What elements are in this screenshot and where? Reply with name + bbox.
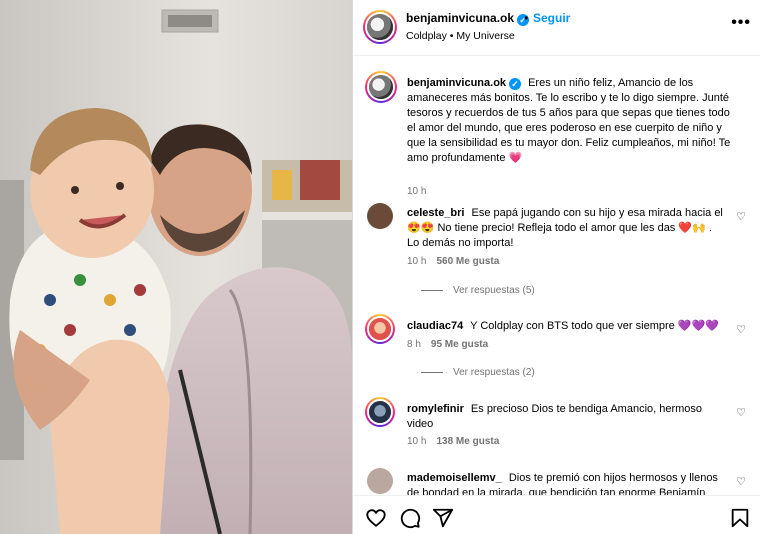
comment-body: Y Coldplay con BTS todo que ver siempre … bbox=[470, 320, 719, 332]
comment-like-heart-icon[interactable]: ♡ bbox=[736, 210, 746, 223]
comment-time: 8 h bbox=[407, 339, 421, 350]
post-photo bbox=[0, 0, 352, 534]
comment-text: claudiac74 Y Coldplay con BTS todo que v… bbox=[407, 319, 727, 334]
commenter-avatar[interactable] bbox=[367, 468, 393, 494]
more-options-icon[interactable]: ••• bbox=[731, 14, 751, 32]
comment-time: 10 h bbox=[407, 256, 427, 267]
post-header: benjaminvicuna.ok ✓ • Seguir Coldplay • M… bbox=[353, 0, 760, 56]
comment-item: romylefinir Es precioso Dios te bendiga … bbox=[365, 397, 746, 457]
comment-meta: 8 h 95 Me gusta bbox=[407, 339, 488, 350]
comment-likes[interactable]: 560 Me gusta bbox=[436, 256, 499, 267]
caption-text: benjaminvicuna.ok ✓ Eres un niño feliz, A… bbox=[407, 76, 739, 166]
verified-badge-icon: ✓ bbox=[509, 78, 522, 90]
author-avatar[interactable] bbox=[363, 10, 397, 44]
comment-likes[interactable]: 95 Me gusta bbox=[431, 339, 488, 350]
caption-entry: benjaminvicuna.ok ✓ Eres un niño feliz, A… bbox=[365, 71, 745, 197]
commenter-avatar[interactable] bbox=[367, 203, 393, 229]
comment-like-heart-icon[interactable]: ♡ bbox=[736, 323, 746, 336]
comment-text: romylefinir Es precioso Dios te bendiga … bbox=[407, 402, 727, 432]
post-actions-bar bbox=[353, 495, 760, 534]
commenter-username[interactable]: celeste_bri bbox=[407, 207, 464, 219]
comment-item: claudiac74 Y Coldplay con BTS todo que v… bbox=[365, 314, 746, 378]
caption-avatar[interactable] bbox=[365, 71, 397, 103]
view-replies-link[interactable]: Ver respuestas (2) bbox=[421, 367, 535, 378]
caption-body: Eres un niño feliz, Amancio de los amane… bbox=[407, 77, 731, 164]
replies-divider bbox=[421, 289, 443, 291]
post-media[interactable] bbox=[0, 0, 352, 534]
replies-divider bbox=[421, 371, 443, 373]
view-replies-link[interactable]: Ver respuestas (5) bbox=[421, 285, 535, 296]
caption-time: 10 h bbox=[407, 186, 427, 197]
commenter-avatar[interactable] bbox=[365, 397, 395, 427]
bookmark-icon[interactable] bbox=[729, 507, 751, 529]
comment-item: celeste_bri Ese papá jugando con su hijo… bbox=[365, 201, 746, 296]
comment-time: 10 h bbox=[407, 436, 427, 447]
share-icon[interactable] bbox=[432, 507, 454, 529]
heart-icon[interactable] bbox=[365, 507, 387, 529]
caption-username[interactable]: benjaminvicuna.ok ✓ bbox=[407, 77, 522, 90]
comment-meta: 10 h 138 Me gusta bbox=[407, 436, 499, 447]
commenter-username[interactable]: claudiac74 bbox=[407, 320, 463, 332]
commenter-username[interactable]: mademoisellemv_ bbox=[407, 472, 502, 484]
follow-button[interactable]: Seguir bbox=[533, 11, 570, 25]
author-username[interactable]: benjaminvicuna.ok ✓ bbox=[406, 11, 530, 26]
comment-like-heart-icon[interactable]: ♡ bbox=[736, 406, 746, 419]
commenter-username[interactable]: romylefinir bbox=[407, 403, 464, 415]
comment-text: celeste_bri Ese papá jugando con su hijo… bbox=[407, 206, 727, 251]
comments-feed[interactable]: benjaminvicuna.ok ✓ Eres un niño feliz, A… bbox=[353, 57, 760, 495]
comment-icon[interactable] bbox=[399, 507, 421, 529]
comment-likes[interactable]: 138 Me gusta bbox=[436, 436, 499, 447]
commenter-avatar[interactable] bbox=[365, 314, 395, 344]
comment-like-heart-icon[interactable]: ♡ bbox=[736, 475, 746, 488]
post-details-panel: benjaminvicuna.ok ✓ • Seguir Coldplay • M… bbox=[352, 0, 760, 534]
audio-track-link[interactable]: Coldplay • My Universe bbox=[406, 30, 515, 42]
comment-text: mademoisellemv_ Dios te premió con hijos… bbox=[407, 471, 727, 495]
comment-item: mademoisellemv_ Dios te premió con hijos… bbox=[365, 466, 746, 495]
header-separator: • bbox=[524, 11, 529, 25]
comment-meta: 10 h 560 Me gusta bbox=[407, 256, 499, 267]
